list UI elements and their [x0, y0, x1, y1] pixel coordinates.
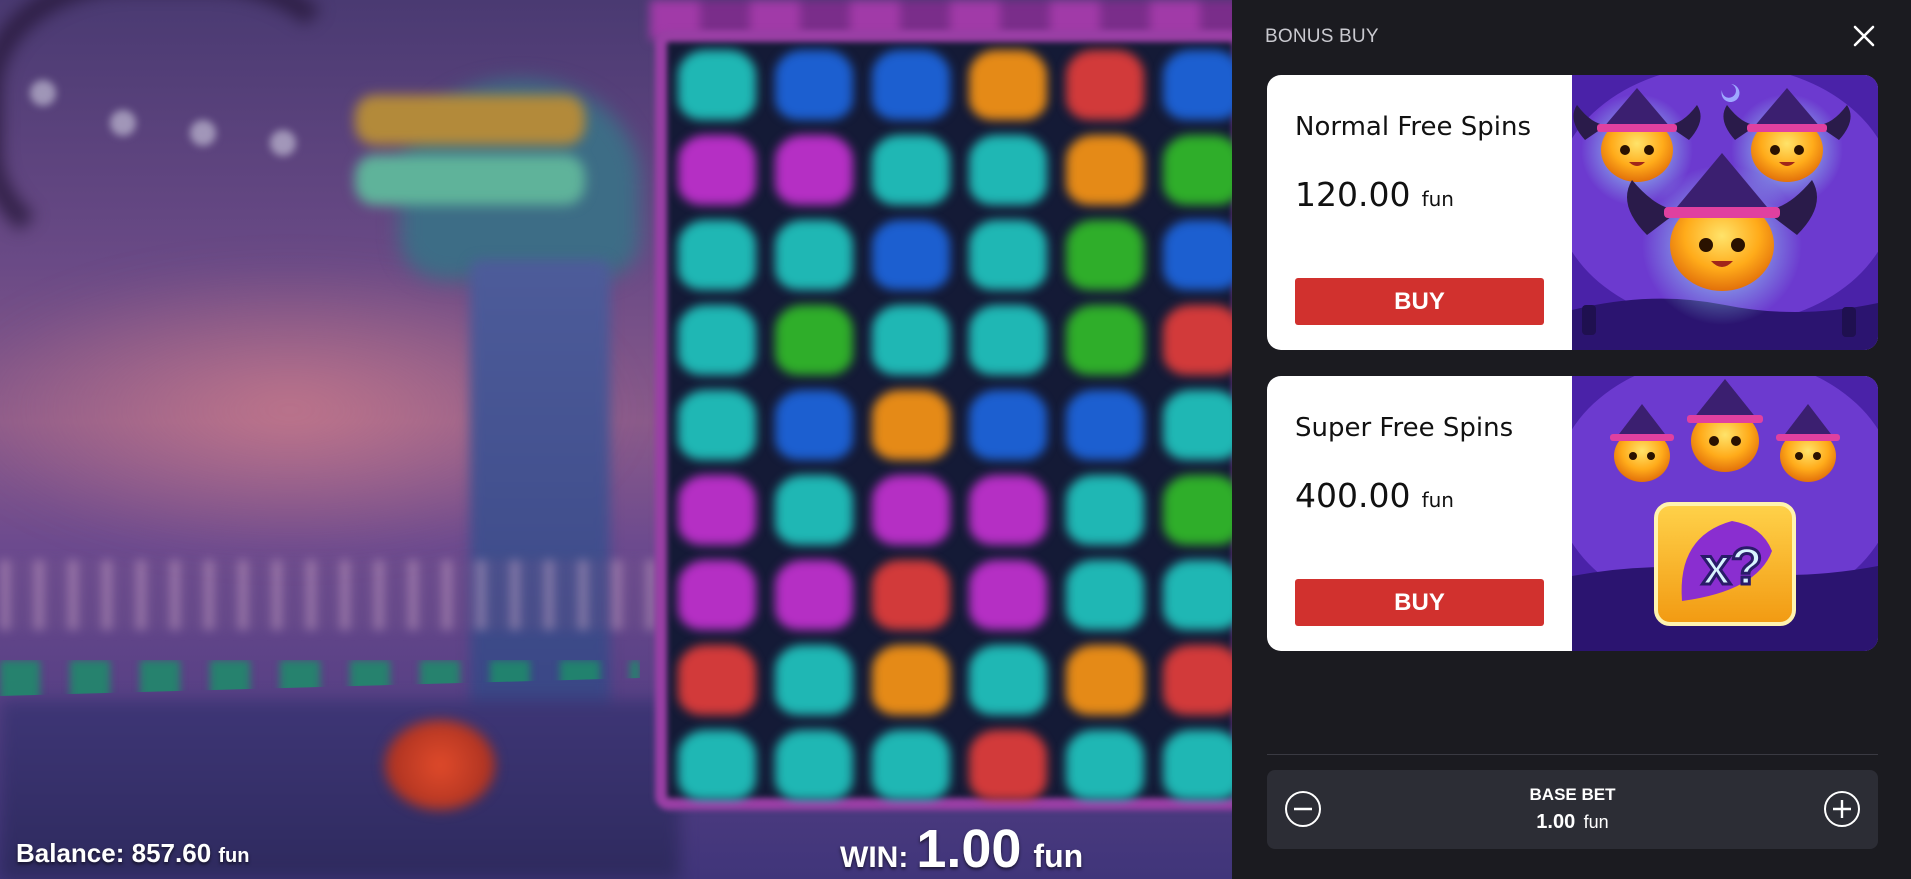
reel-symbol — [1066, 135, 1144, 205]
win-display: WIN: 1.00 fun — [840, 818, 1083, 879]
reel-symbol — [872, 50, 950, 120]
super-free-spins-image: x? — [1572, 376, 1878, 651]
base-bet-amount: 1.00 — [1536, 811, 1576, 833]
bonus-buy-panel: BONUS BUY Normal Free Spins 120.00 fun B… — [1232, 0, 1911, 879]
reel-symbol — [678, 135, 756, 205]
reel-symbol — [872, 305, 950, 375]
divider — [1267, 754, 1878, 755]
reel-symbol — [678, 560, 756, 630]
reel-symbol — [1163, 390, 1232, 460]
reel-symbol — [872, 135, 950, 205]
reel-symbol — [1066, 475, 1144, 545]
reel-symbol — [775, 50, 853, 120]
plus-circle-icon — [1824, 791, 1860, 827]
reel-symbol — [1163, 305, 1232, 375]
option-price: 120.00 fun — [1295, 175, 1454, 214]
reel-symbol — [775, 220, 853, 290]
option-name: Normal Free Spins — [1295, 112, 1532, 142]
increase-bet-button[interactable] — [1823, 790, 1861, 828]
reel-symbol — [872, 560, 950, 630]
reel-symbol — [872, 645, 950, 715]
option-price-unit: fun — [1421, 488, 1454, 512]
reel-symbol — [775, 475, 853, 545]
reel-symbol — [775, 730, 853, 800]
reel-symbol — [1066, 305, 1144, 375]
buy-normal-free-spins-button[interactable]: BUY — [1295, 278, 1544, 325]
reel-symbol — [1066, 220, 1144, 290]
reel-symbol — [1163, 220, 1232, 290]
reel-symbol — [969, 390, 1047, 460]
reel-symbol — [1163, 730, 1232, 800]
win-value: 1.00 — [916, 819, 1022, 879]
balance-label: Balance: — [16, 838, 125, 868]
win-unit: fun — [1033, 838, 1084, 874]
reel-symbol — [678, 730, 756, 800]
reel-symbol — [775, 645, 853, 715]
reel-symbol — [969, 475, 1047, 545]
reel-symbol — [1066, 390, 1144, 460]
reel-symbol — [1066, 50, 1144, 120]
game-logo — [355, 95, 585, 215]
base-bet-unit: fun — [1583, 812, 1609, 832]
reel-symbol — [775, 305, 853, 375]
reel-symbol — [872, 390, 950, 460]
option-price-unit: fun — [1421, 187, 1454, 211]
reel-symbol — [969, 135, 1047, 205]
reel-symbol — [678, 645, 756, 715]
pumpkin-decoration — [385, 720, 495, 810]
reel-symbol — [969, 730, 1047, 800]
reel-symbol — [1163, 560, 1232, 630]
normal-free-spins-image — [1572, 75, 1878, 350]
reel-symbol — [1163, 475, 1232, 545]
reel-symbol — [678, 390, 756, 460]
option-price: 400.00 fun — [1295, 476, 1454, 515]
tower — [470, 260, 610, 720]
balance-value: 857.60 — [131, 838, 212, 868]
game-background — [0, 0, 1232, 879]
reel-symbol — [1163, 645, 1232, 715]
base-bet-control: BASE BET 1.00 fun — [1267, 770, 1878, 849]
base-bet-value: 1.00 fun — [1267, 811, 1878, 834]
string-lights — [20, 80, 320, 180]
balance-unit: fun — [218, 845, 250, 867]
reel-symbol — [678, 220, 756, 290]
reel-symbol — [678, 475, 756, 545]
reel-symbol — [969, 645, 1047, 715]
fence — [0, 560, 680, 630]
base-bet-label: BASE BET — [1529, 785, 1616, 804]
reel-symbol — [775, 135, 853, 205]
option-price-value: 400.00 — [1295, 476, 1411, 515]
reel-symbol — [775, 560, 853, 630]
option-price-value: 120.00 — [1295, 175, 1411, 214]
reel-symbol — [872, 730, 950, 800]
reel-symbol — [969, 560, 1047, 630]
reel-symbol — [678, 305, 756, 375]
reel-symbol — [1163, 135, 1232, 205]
game-screen: Balance: 857.60 fun WIN: 1.00 fun BONUS … — [0, 0, 1911, 879]
reel-symbol — [969, 50, 1047, 120]
panel-title: BONUS BUY — [1265, 26, 1379, 47]
close-button[interactable] — [1850, 22, 1878, 50]
bonus-option-super-free-spins: Super Free Spins 400.00 fun BUY x? — [1267, 376, 1878, 651]
reel-symbol — [678, 50, 756, 120]
reel-symbol — [872, 475, 950, 545]
reel-symbol — [872, 220, 950, 290]
svg-text:x?: x? — [1702, 538, 1763, 596]
reel-symbol — [969, 220, 1047, 290]
buy-super-free-spins-button[interactable]: BUY — [1295, 579, 1544, 626]
close-icon — [1853, 25, 1875, 47]
bonus-option-normal-free-spins: Normal Free Spins 120.00 fun BUY — [1267, 75, 1878, 350]
reel-symbol — [1066, 730, 1144, 800]
option-name: Super Free Spins — [1295, 413, 1514, 443]
win-label: WIN: — [840, 841, 909, 874]
reel-symbol — [775, 390, 853, 460]
reel-symbol — [1066, 560, 1144, 630]
reel-symbol — [1163, 50, 1232, 120]
reel-symbol — [969, 305, 1047, 375]
reel-symbol — [1066, 645, 1144, 715]
balance-display: Balance: 857.60 fun — [16, 838, 249, 869]
